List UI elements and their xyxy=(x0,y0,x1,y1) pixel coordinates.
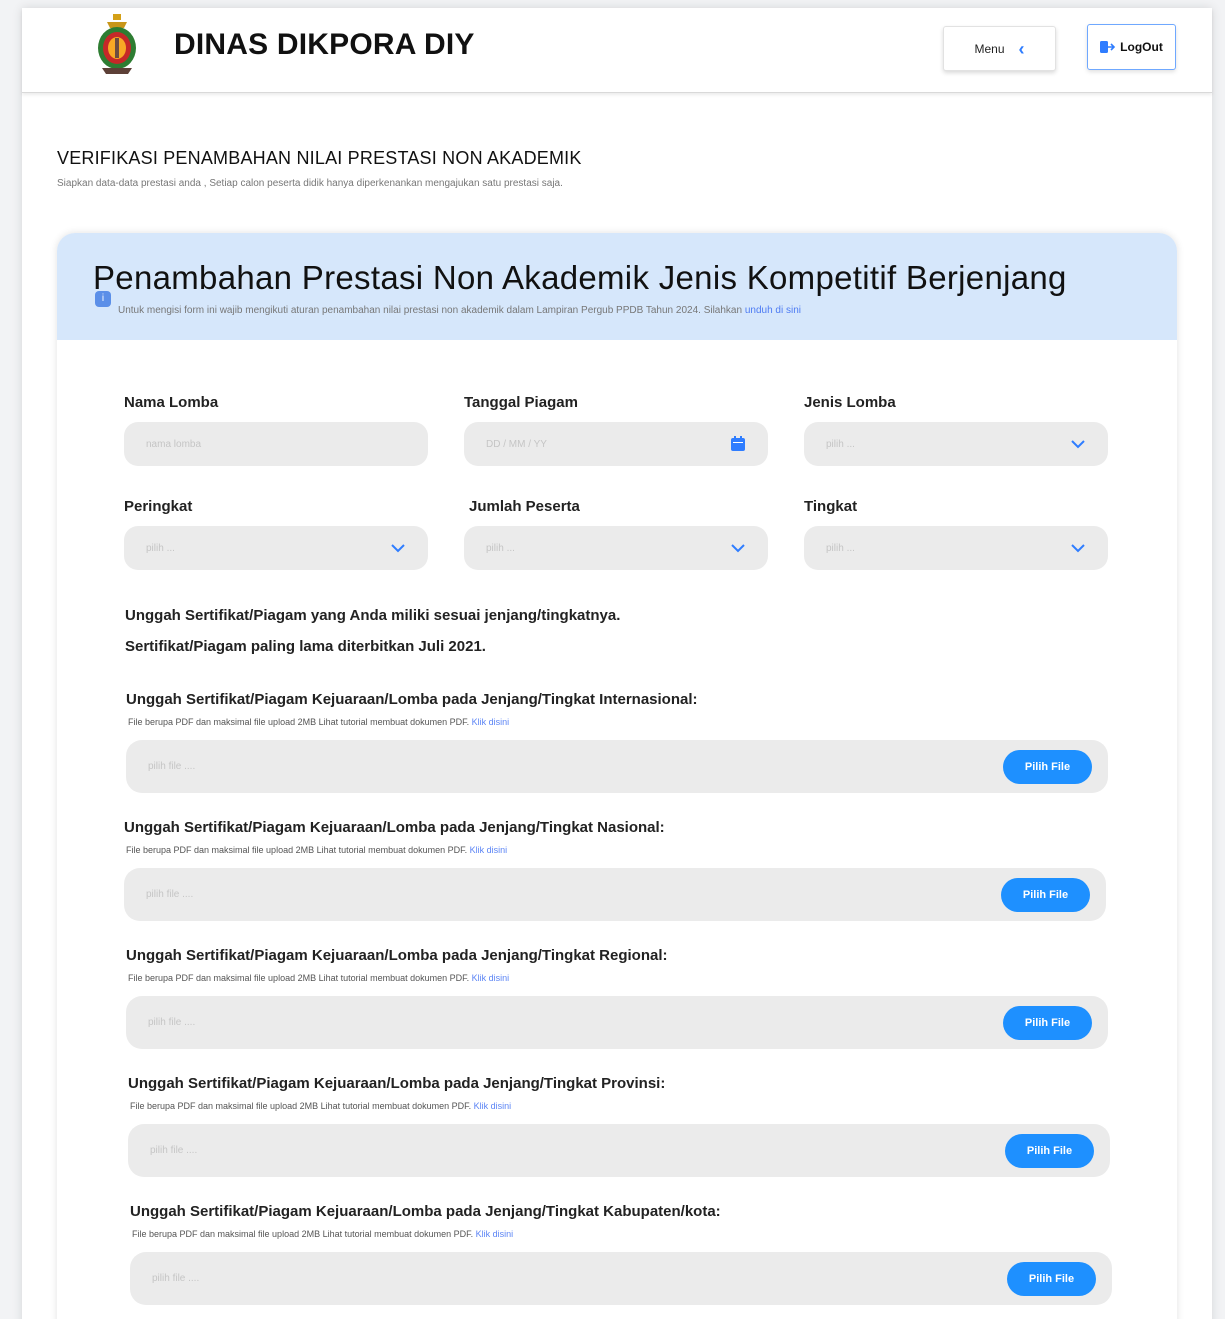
upload-placeholder: pilih file .... xyxy=(148,1017,196,1028)
upload-note: File berupa PDF dan maksimal file upload… xyxy=(126,845,507,855)
jumlah-peserta-placeholder: pilih ... xyxy=(486,542,515,554)
upload-note-text: File berupa PDF dan maksimal file upload… xyxy=(126,845,470,855)
tutorial-link[interactable]: Klik disini xyxy=(476,1229,514,1239)
card-note: Untuk mengisi form ini wajib mengikuti a… xyxy=(118,305,801,316)
tanggal-piagam-label: Tanggal Piagam xyxy=(464,394,578,411)
upload-placeholder: pilih file .... xyxy=(150,1145,198,1156)
tingkat-placeholder: pilih ... xyxy=(826,542,855,554)
top-header: DINAS DIKPORA DIY Menu ‹ LogOut xyxy=(22,8,1212,93)
chevron-down-icon xyxy=(1068,538,1088,558)
upload-field-provinsi[interactable]: pilih file .... Pilih File xyxy=(128,1124,1110,1177)
tingkat-select[interactable]: pilih ... xyxy=(804,526,1108,570)
jenis-lomba-placeholder: pilih ... xyxy=(826,438,855,450)
pilih-file-button[interactable]: Pilih File xyxy=(1003,1006,1092,1040)
nama-lomba-label: Nama Lomba xyxy=(124,394,219,411)
peringkat-placeholder: pilih ... xyxy=(146,542,175,554)
tanggal-piagam-placeholder: DD / MM / YY xyxy=(486,438,547,450)
menu-label: Menu xyxy=(974,41,1005,56)
tutorial-link[interactable]: Klik disini xyxy=(472,973,510,983)
form-card: Penambahan Prestasi Non Akademik Jenis K… xyxy=(57,233,1177,1319)
jumlah-peserta-label: Jumlah Peserta xyxy=(469,498,580,515)
upload-label-provinsi: Unggah Sertifikat/Piagam Kejuaraan/Lomba… xyxy=(128,1075,666,1092)
crest-logo xyxy=(94,12,140,78)
upload-note-text: File berupa PDF dan maksimal file upload… xyxy=(128,973,472,983)
upload-note-text: File berupa PDF dan maksimal file upload… xyxy=(130,1101,474,1111)
peringkat-select[interactable]: pilih ... xyxy=(124,526,428,570)
pilih-file-button[interactable]: Pilih File xyxy=(1007,1262,1096,1296)
jenis-lomba-select[interactable]: pilih ... xyxy=(804,422,1108,466)
tutorial-link[interactable]: Klik disini xyxy=(472,717,510,727)
upload-field-kabupaten[interactable]: pilih file .... Pilih File xyxy=(130,1252,1112,1305)
upload-note-text: File berupa PDF dan maksimal file upload… xyxy=(128,717,472,727)
chevron-down-icon xyxy=(1068,434,1088,454)
upload-placeholder: pilih file .... xyxy=(148,761,196,772)
upload-intro-line2: Sertifikat/Piagam paling lama diterbitka… xyxy=(125,638,486,655)
download-link[interactable]: unduh di sini xyxy=(745,305,801,316)
upload-label-internasional: Unggah Sertifikat/Piagam Kejuaraan/Lomba… xyxy=(126,691,698,708)
upload-note: File berupa PDF dan maksimal file upload… xyxy=(132,1229,513,1239)
upload-label-nasional: Unggah Sertifikat/Piagam Kejuaraan/Lomba… xyxy=(124,819,665,836)
upload-label-kabupaten: Unggah Sertifikat/Piagam Kejuaraan/Lomba… xyxy=(130,1203,721,1220)
tutorial-link[interactable]: Klik disini xyxy=(474,1101,512,1111)
upload-label-regional: Unggah Sertifikat/Piagam Kejuaraan/Lomba… xyxy=(126,947,668,964)
app-window: DINAS DIKPORA DIY Menu ‹ LogOut VERIFIKA… xyxy=(22,8,1212,1319)
tanggal-piagam-input[interactable]: DD / MM / YY xyxy=(464,422,768,466)
upload-intro-line1: Unggah Sertifikat/Piagam yang Anda milik… xyxy=(125,607,621,624)
menu-button[interactable]: Menu ‹ xyxy=(943,26,1056,71)
card-title: Penambahan Prestasi Non Akademik Jenis K… xyxy=(93,259,1067,296)
upload-placeholder: pilih file .... xyxy=(146,889,194,900)
tutorial-link[interactable]: Klik disini xyxy=(470,845,508,855)
logout-button[interactable]: LogOut xyxy=(1087,24,1176,70)
card-header: Penambahan Prestasi Non Akademik Jenis K… xyxy=(57,233,1177,340)
jumlah-peserta-select[interactable]: pilih ... xyxy=(464,526,768,570)
calendar-icon[interactable] xyxy=(728,434,748,454)
logout-icon xyxy=(1100,40,1116,54)
upload-field-nasional[interactable]: pilih file .... Pilih File xyxy=(124,868,1106,921)
chevron-down-icon xyxy=(388,538,408,558)
chevron-down-icon xyxy=(728,538,748,558)
info-icon: i xyxy=(95,291,111,307)
pilih-file-button[interactable]: Pilih File xyxy=(1005,1134,1094,1168)
logout-label: LogOut xyxy=(1120,40,1163,54)
upload-note: File berupa PDF dan maksimal file upload… xyxy=(130,1101,511,1111)
upload-note: File berupa PDF dan maksimal file upload… xyxy=(128,973,509,983)
nama-lomba-input[interactable]: nama lomba xyxy=(124,422,428,466)
pilih-file-button[interactable]: Pilih File xyxy=(1003,750,1092,784)
jenis-lomba-label: Jenis Lomba xyxy=(804,394,896,411)
card-note-text: Untuk mengisi form ini wajib mengikuti a… xyxy=(118,305,745,316)
upload-field-internasional[interactable]: pilih file .... Pilih File xyxy=(126,740,1108,793)
chevron-left-icon: ‹ xyxy=(1018,38,1025,59)
pilih-file-button[interactable]: Pilih File xyxy=(1001,878,1090,912)
tingkat-label: Tingkat xyxy=(804,498,858,515)
app-title: DINAS DIKPORA DIY xyxy=(174,28,475,61)
peringkat-label: Peringkat xyxy=(124,498,193,515)
upload-field-regional[interactable]: pilih file .... Pilih File xyxy=(126,996,1108,1049)
nama-lomba-placeholder: nama lomba xyxy=(146,438,202,450)
upload-note-text: File berupa PDF dan maksimal file upload… xyxy=(132,1229,476,1239)
page-title: VERIFIKASI PENAMBAHAN NILAI PRESTASI NON… xyxy=(57,148,582,168)
page-subtitle: Siapkan data-data prestasi anda , Setiap… xyxy=(57,178,563,189)
upload-note: File berupa PDF dan maksimal file upload… xyxy=(128,717,509,727)
upload-placeholder: pilih file .... xyxy=(152,1273,200,1284)
